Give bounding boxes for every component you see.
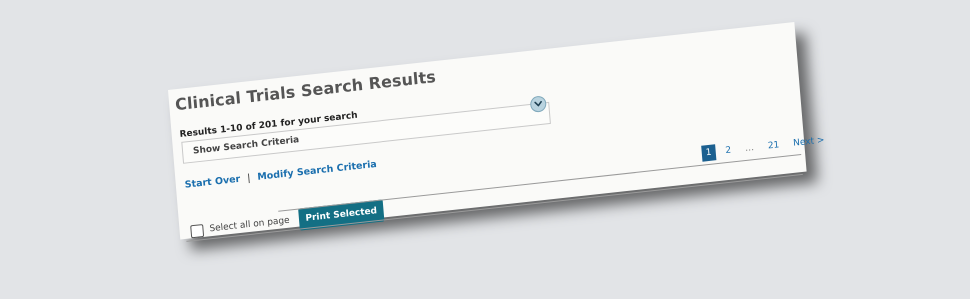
modify-search-criteria-link[interactable]: Modify Search Criteria xyxy=(257,159,377,183)
page-title: Clinical Trials Search Results xyxy=(174,67,437,115)
next-page-link[interactable]: Next > xyxy=(793,135,825,148)
search-criteria-label: Show Search Criteria xyxy=(192,135,300,157)
divider xyxy=(186,173,803,242)
selection-toolbar: Select all on page Print Selected xyxy=(190,199,385,242)
results-panel: Clinical Trials Search Results Results 1… xyxy=(168,21,825,242)
search-links: Start Over | Modify Search Criteria xyxy=(184,159,377,191)
chevron-down-icon[interactable] xyxy=(529,95,547,113)
link-separator: | xyxy=(246,172,251,184)
page-link-1[interactable]: 1 xyxy=(701,144,717,162)
start-over-link[interactable]: Start Over xyxy=(184,174,240,191)
select-all-checkbox[interactable] xyxy=(190,223,205,238)
page-link-21[interactable]: 21 xyxy=(763,138,783,154)
scene: Clinical Trials Search Results Results 1… xyxy=(0,0,970,299)
page-link-2[interactable]: 2 xyxy=(721,143,736,158)
page-ellipsis: … xyxy=(744,143,755,155)
